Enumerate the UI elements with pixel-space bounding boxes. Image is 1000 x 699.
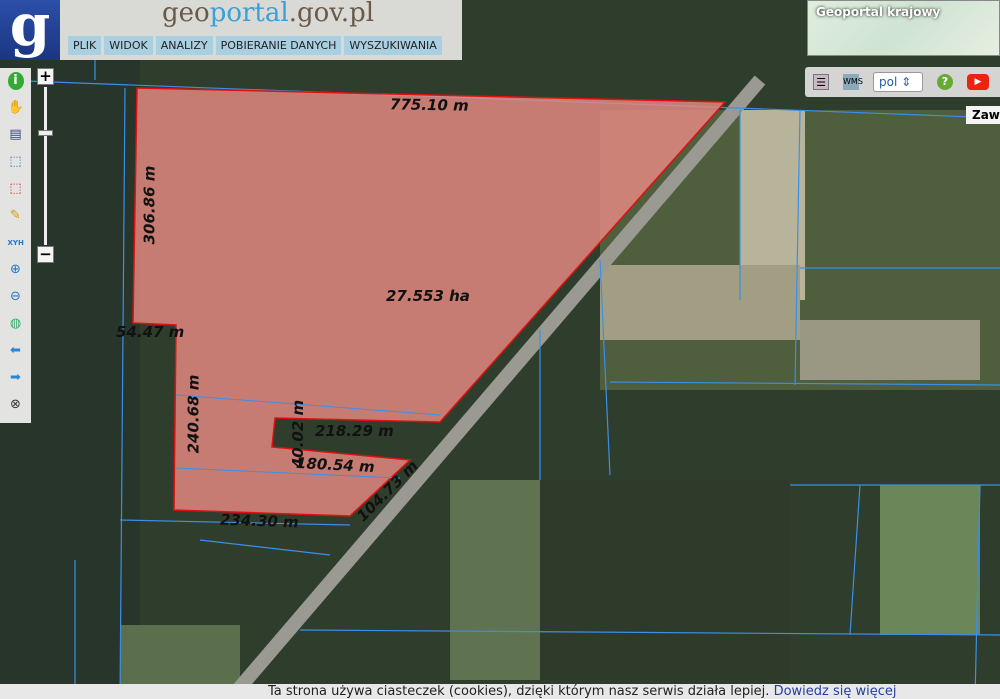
cookie-text: Ta strona używa ciasteczek (cookies), dz…	[268, 684, 770, 699]
main-menu: PLIK WIDOK ANALIZY POBIERANIE DANYCH WYS…	[68, 36, 442, 55]
pan-hand-icon[interactable]: ✋	[8, 99, 24, 117]
xyh-icon[interactable]: XYH	[8, 234, 24, 252]
help-icon[interactable]: ?	[937, 74, 953, 90]
zoom-track[interactable]	[44, 87, 47, 245]
layers-list-icon[interactable]: ▤	[8, 126, 24, 144]
parcel-area-label: 27.553 ha	[386, 287, 470, 305]
measurement-label: 54.47 m	[116, 323, 185, 341]
cookie-banner: Ta strona używa ciasteczek (cookies), dz…	[0, 684, 1000, 699]
select-area-icon[interactable]: ⬚	[8, 180, 24, 198]
legend-icon[interactable]: ☰	[813, 74, 829, 90]
measurement-label: 306.86 m	[140, 165, 159, 245]
menu-plik[interactable]: PLIK	[68, 36, 102, 55]
zoom-handle[interactable]	[38, 130, 53, 136]
clear-icon[interactable]: ⊗	[8, 396, 24, 414]
youtube-icon[interactable]: ▶	[967, 74, 989, 90]
language-select[interactable]: pol ⇕	[873, 72, 923, 92]
cookie-more-link[interactable]: Dowiedz się więcej	[774, 684, 897, 699]
measurement-label: 775.10 m	[389, 95, 469, 115]
minimap-title: Geoportal krajowy	[816, 5, 941, 19]
globe-icon[interactable]: ◍	[8, 315, 24, 333]
pencil-icon[interactable]: ✎	[8, 207, 24, 225]
measurement-label: 240.68 m	[184, 374, 203, 454]
wms-icon[interactable]: WMS	[843, 74, 863, 90]
zoom-minus-button[interactable]: −	[37, 246, 54, 263]
zoom-slider[interactable]: + −	[37, 68, 55, 264]
menu-analizy[interactable]: ANALIZY	[155, 36, 213, 55]
header: geoportal.gov.pl PLIK WIDOK ANALIZY POBI…	[60, 0, 462, 60]
overview-minimap[interactable]: Geoportal krajowy	[807, 0, 1000, 56]
zoom-in-icon[interactable]: ⊕	[8, 261, 24, 279]
menu-widok[interactable]: WIDOK	[104, 36, 153, 55]
forward-arrow-icon[interactable]: ➡	[8, 369, 24, 387]
zoom-plus-button[interactable]: +	[37, 68, 54, 85]
right-toolbar: ☰ WMS pol ⇕ ? ▶	[805, 67, 1000, 97]
zoom-out-icon[interactable]: ⊖	[8, 288, 24, 306]
left-toolbar: i ✋ ▤ ⬚ ⬚ ✎ XYH ⊕ ⊖ ◍ ⬅ ➡ ⊗	[0, 68, 31, 423]
menu-pobieranie-danych[interactable]: POBIERANIE DANYCH	[215, 36, 342, 55]
select-icon[interactable]: ⬚	[8, 153, 24, 171]
geoportal-logo[interactable]: g	[0, 0, 60, 60]
place-label: Zaw	[966, 106, 1000, 124]
menu-wyszukiwania[interactable]: WYSZUKIWANIA	[344, 36, 442, 55]
measurement-label: 218.29 m	[315, 422, 394, 440]
back-arrow-icon[interactable]: ⬅	[8, 342, 24, 360]
info-icon[interactable]: i	[7, 72, 24, 90]
measurement-label: 234.30 m	[219, 510, 300, 532]
brand-title: geoportal.gov.pl	[162, 0, 375, 28]
satellite-map[interactable]	[0, 0, 1000, 699]
